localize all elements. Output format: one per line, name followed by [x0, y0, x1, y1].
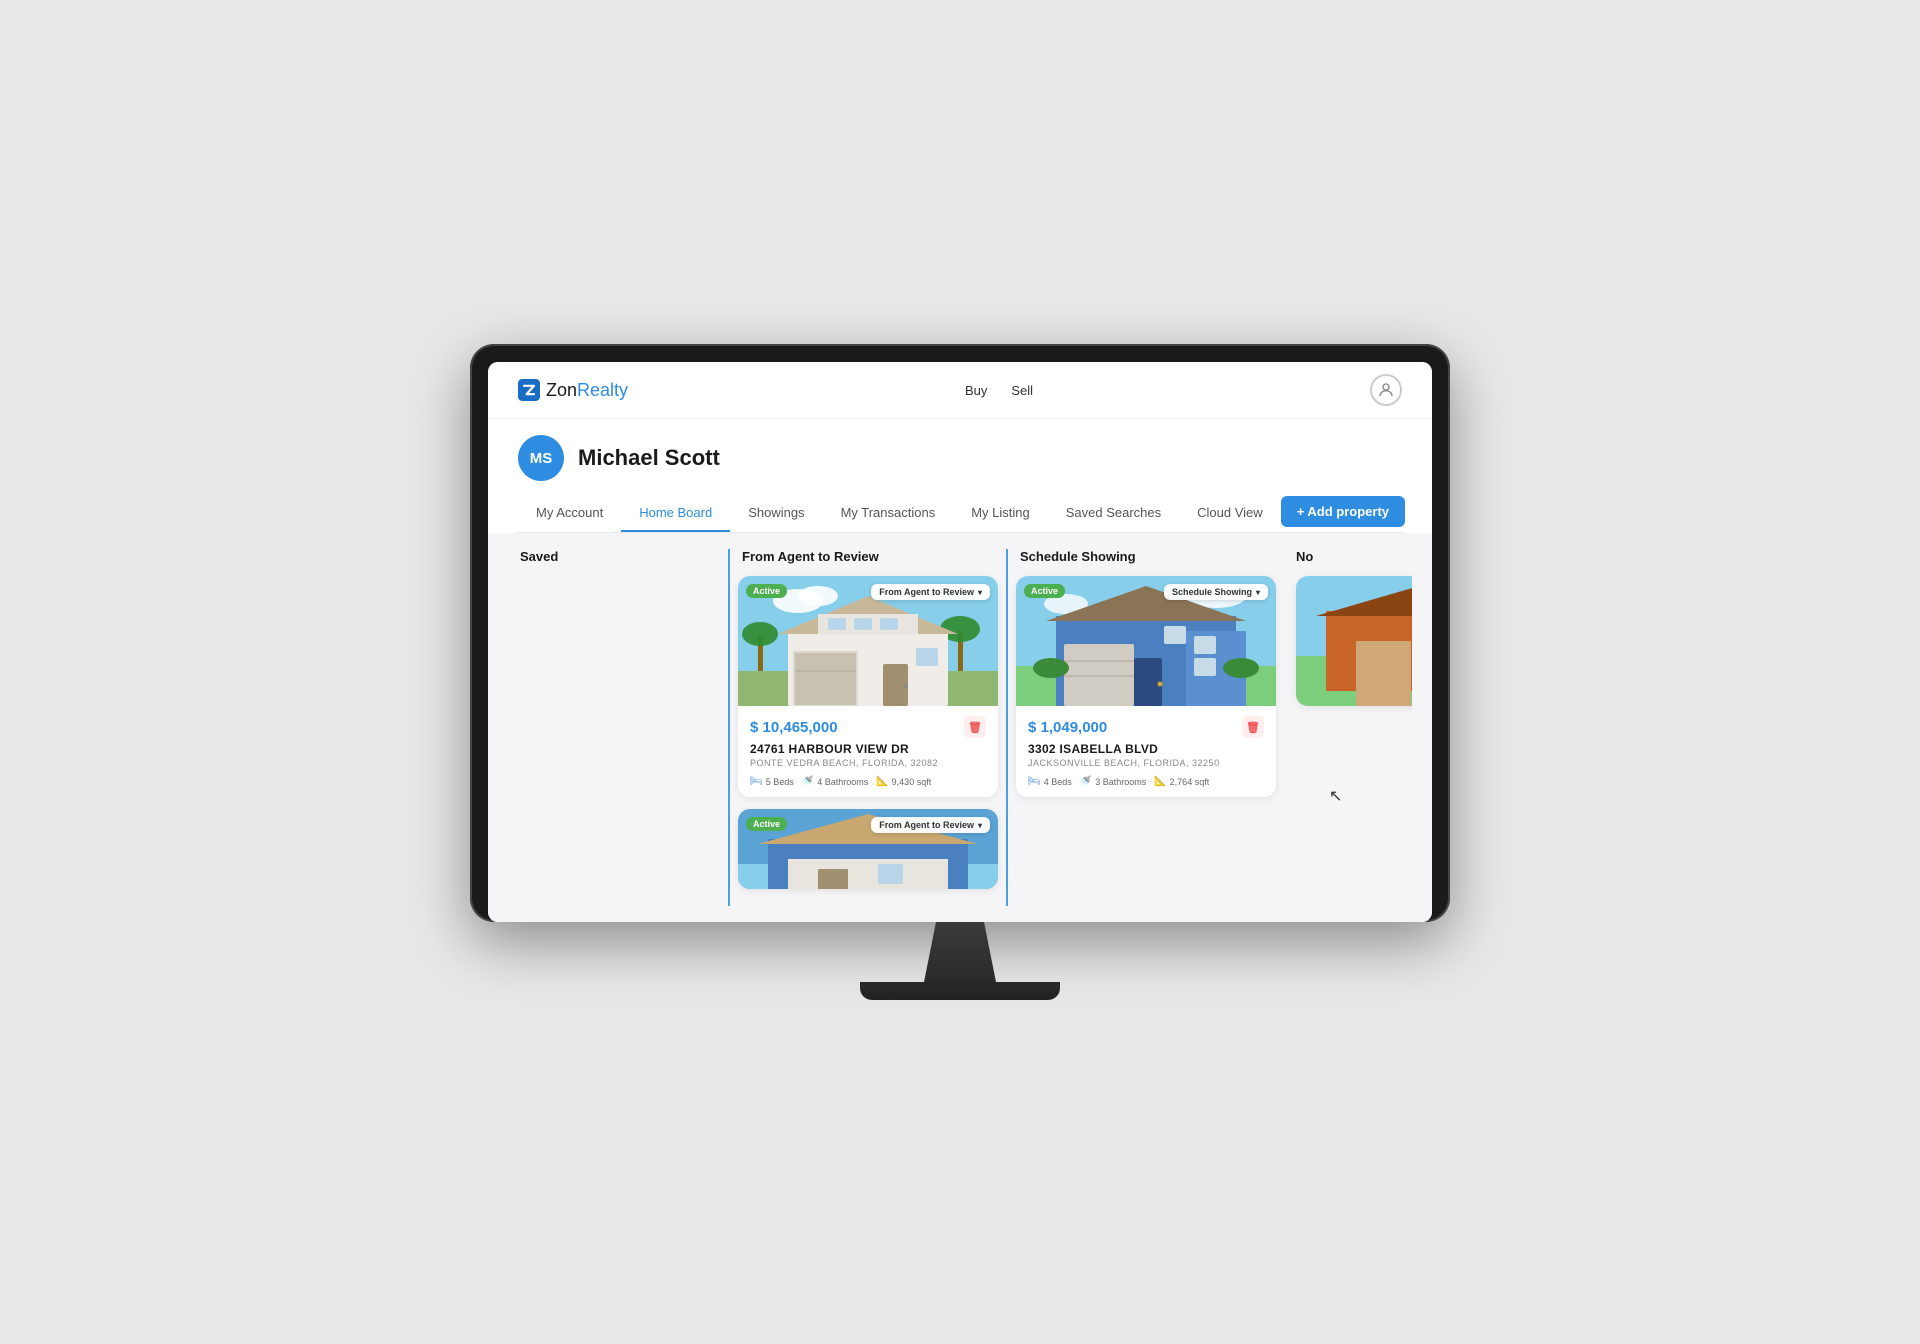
- subnav-home-board[interactable]: Home Board: [621, 495, 730, 532]
- property-card: Active From Agent to Review $ 10,465,000…: [738, 576, 998, 797]
- mouse-cursor: ↖: [1329, 786, 1342, 806]
- top-nav: ZonRealty Buy Sell: [488, 362, 1432, 419]
- card-city-3: JACKSONVILLE BEACH, FLORIDA, 32250: [1028, 758, 1264, 768]
- subnav-my-account[interactable]: My Account: [518, 495, 621, 532]
- card-image-3: Active Schedule Showing: [1016, 576, 1276, 706]
- kanban-board: Saved From Agent to Review: [488, 533, 1432, 922]
- delete-card-1[interactable]: 🗑: [964, 716, 986, 738]
- user-account-icon[interactable]: [1370, 374, 1402, 406]
- sqft-icon-1: 📐: [876, 776, 888, 787]
- column-title-from-agent: From Agent to Review: [738, 549, 998, 564]
- sqft-icon-3: 📐: [1154, 776, 1166, 787]
- bed-icon-3: 🛏: [1028, 776, 1041, 787]
- bed-icon-1: 🛏: [750, 776, 763, 787]
- sqft-feature-1: 📐 9,430 sqft: [876, 776, 931, 787]
- logo-text: ZonRealty: [546, 380, 628, 401]
- monitor-stand-neck: [920, 922, 1000, 982]
- nav-right: [1370, 374, 1402, 406]
- column-title-schedule-showing: Schedule Showing: [1016, 549, 1276, 564]
- board-column-no-partial: No ↖: [1284, 549, 1412, 906]
- baths-text-3: 3 Bathrooms: [1095, 777, 1146, 787]
- card-features-1: 🛏 5 Beds 🚿 4 Bathrooms 📐: [750, 776, 986, 787]
- monitor-screen: ZonRealty Buy Sell: [488, 362, 1432, 922]
- subnav-my-listing[interactable]: My Listing: [953, 495, 1048, 532]
- beds-feature-3: 🛏 4 Beds: [1028, 776, 1072, 787]
- subnav-showings[interactable]: Showings: [730, 495, 822, 532]
- sub-nav: My Account Home Board Showings My Transa…: [518, 495, 1402, 533]
- baths-text-1: 4 Bathrooms: [817, 777, 868, 787]
- card-price-3: $ 1,049,000 🗑: [1028, 716, 1264, 738]
- card-address-3: 3302 ISABELLA BLVD: [1028, 742, 1264, 756]
- sqft-text-3: 2,764 sqft: [1170, 777, 1210, 787]
- profile-header: MS Michael Scott: [518, 435, 1402, 481]
- nav-sell[interactable]: Sell: [1011, 383, 1033, 398]
- nav-links: Buy Sell: [965, 383, 1033, 398]
- beds-text-3: 4 Beds: [1044, 777, 1072, 787]
- board-column-from-agent: From Agent to Review: [728, 549, 1006, 906]
- profile-name: Michael Scott: [578, 445, 720, 471]
- card-image-1: Active From Agent to Review: [738, 576, 998, 706]
- nav-buy[interactable]: Buy: [965, 383, 987, 398]
- sqft-feature-3: 📐 2,764 sqft: [1154, 776, 1209, 787]
- column-title-no: No: [1284, 549, 1412, 564]
- card-address-1: 24761 HARBOUR VIEW DR: [750, 742, 986, 756]
- avatar: MS: [518, 435, 564, 481]
- card-badge-active-1: Active: [746, 584, 787, 598]
- subnav-cloud-view[interactable]: Cloud View: [1179, 495, 1281, 532]
- property-card-2-partial: Active From Agent to Review: [738, 809, 998, 889]
- board-column-saved: Saved: [508, 549, 728, 906]
- app-container: ZonRealty Buy Sell: [488, 362, 1432, 922]
- column-title-saved: Saved: [516, 549, 720, 564]
- card-status-dropdown-1[interactable]: From Agent to Review: [871, 584, 990, 600]
- card-status-dropdown-3[interactable]: Schedule Showing: [1164, 584, 1268, 600]
- monitor-stand-base: [860, 982, 1060, 1000]
- logo-text-part2: Realty: [577, 380, 628, 400]
- card-badge-active-2: Active: [746, 817, 787, 831]
- add-property-button[interactable]: + Add property: [1281, 496, 1405, 527]
- card-body-1: $ 10,465,000 🗑 24761 HARBOUR VIEW DR PON…: [738, 706, 998, 797]
- card-badge-active-3: Active: [1024, 584, 1065, 598]
- card-city-1: PONTE VEDRA BEACH, FLORIDA, 32082: [750, 758, 986, 768]
- subnav-saved-searches[interactable]: Saved Searches: [1048, 495, 1179, 532]
- board-column-schedule-showing: Schedule Showing: [1006, 549, 1284, 906]
- zoni-realty-logo-icon: [518, 379, 540, 401]
- bath-icon-3: 🚿: [1080, 776, 1092, 787]
- monitor-wrapper: ZonRealty Buy Sell: [470, 344, 1450, 1000]
- card-status-dropdown-2[interactable]: From Agent to Review: [871, 817, 990, 833]
- sqft-text-1: 9,430 sqft: [892, 777, 932, 787]
- beds-text-1: 5 Beds: [766, 777, 794, 787]
- price-text-3: $ 1,049,000: [1028, 719, 1107, 736]
- subnav-my-transactions[interactable]: My Transactions: [823, 495, 954, 532]
- property-card-3: Active Schedule Showing $ 1,049,000 🗑 33…: [1016, 576, 1276, 797]
- card-features-3: 🛏 4 Beds 🚿 3 Bathrooms 📐: [1028, 776, 1264, 787]
- monitor-frame: ZonRealty Buy Sell: [470, 344, 1450, 922]
- property-card-4-partial: [1296, 576, 1412, 706]
- card-price-1: $ 10,465,000 🗑: [750, 716, 986, 738]
- bath-icon-1: 🚿: [802, 776, 814, 787]
- price-text-1: $ 10,465,000: [750, 719, 838, 736]
- logo-text-part1: Zon: [546, 380, 577, 400]
- profile-section: MS Michael Scott My Account Home Board S…: [488, 419, 1432, 533]
- beds-feature-1: 🛏 5 Beds: [750, 776, 794, 787]
- card-image-2-partial: Active From Agent to Review: [738, 809, 998, 889]
- logo[interactable]: ZonRealty: [518, 379, 628, 401]
- baths-feature-3: 🚿 3 Bathrooms: [1080, 776, 1146, 787]
- delete-card-3[interactable]: 🗑: [1242, 716, 1264, 738]
- baths-feature-1: 🚿 4 Bathrooms: [802, 776, 868, 787]
- card-body-3: $ 1,049,000 🗑 3302 ISABELLA BLVD JACKSON…: [1016, 706, 1276, 797]
